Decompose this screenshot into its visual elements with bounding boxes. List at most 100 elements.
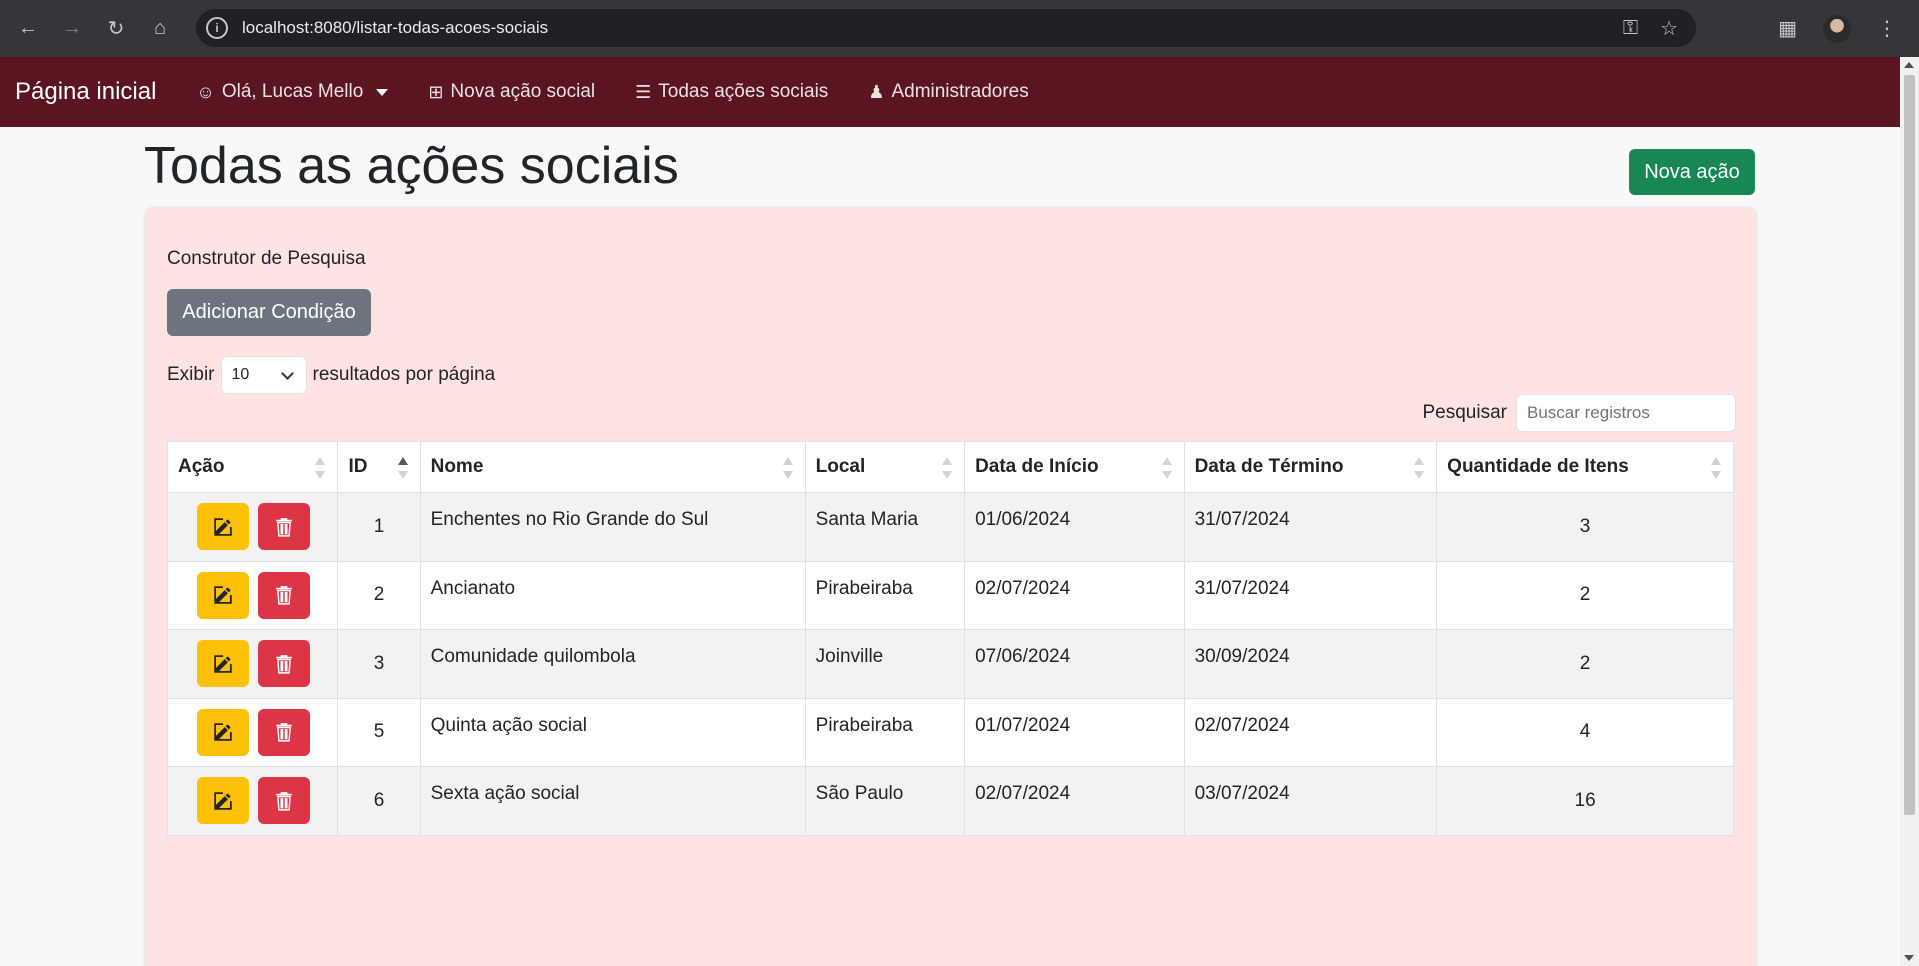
nav-item-label: Nova ação social [450,81,596,102]
delete-button[interactable] [258,503,311,551]
app-navbar: Página inicial ☺ Olá, Lucas Mello ⊞ Nova… [0,57,1900,127]
acoes-table: Ação ID Nome Local Data de Início Data d… [166,441,1734,836]
actions-cell [166,492,339,562]
browser-toolbar: ← → ↻ ⌂ i localhost:8080/listar-todas-ac… [0,0,1919,57]
page-length-value: 10 [231,366,250,383]
cell-nome: Ancianato [419,560,806,630]
cell-quantidade: 2 [1436,629,1734,699]
delete-button[interactable] [258,640,311,688]
trash-icon [276,654,293,674]
edit-icon [214,792,232,810]
edit-icon [214,518,232,536]
cell-data-inicio: 02/07/2024 [964,560,1185,630]
add-condition-button[interactable]: Adicionar Condição [167,289,371,336]
menu-dots-icon[interactable]: ⋮ [1877,16,1897,41]
trash-icon [276,586,293,605]
cell-local: Joinville [804,629,966,699]
actions-cell [166,560,339,630]
cell-data-termino: 03/07/2024 [1183,766,1438,836]
cell-nome: Comunidade quilombola [419,629,806,699]
address-bar[interactable]: i localhost:8080/listar-todas-acoes-soci… [196,9,1696,47]
nav-nova-acao-social[interactable]: ⊞ Nova ação social [428,81,595,103]
reload-icon[interactable]: ↻ [94,7,138,51]
bookmark-star-icon[interactable]: ☆ [1660,16,1678,41]
edit-button[interactable] [197,571,249,619]
caret-down-icon [376,88,389,96]
col-acao[interactable]: Ação [166,441,339,493]
col-local[interactable]: Local [804,441,966,493]
sort-icon [315,457,326,479]
col-data-termino[interactable]: Data de Término [1183,441,1438,493]
sort-asc-icon [397,457,408,479]
sort-icon [1161,457,1172,479]
edit-button[interactable] [197,640,249,688]
sort-icon [782,457,793,479]
user-menu[interactable]: ☺ Olá, Lucas Mello [196,81,389,103]
chevron-down-icon [280,366,294,380]
cell-id: 2 [337,560,421,630]
table-row: 5 Quinta ação social Pirabeiraba 01/07/2… [166,697,1734,767]
cell-quantidade: 2 [1436,560,1734,630]
edit-icon [214,655,232,673]
nav-item-label: Administradores [891,81,1029,102]
trash-icon [276,723,293,742]
forward-icon[interactable]: → [50,7,94,51]
actions-cell [166,766,339,836]
page-scrollbar[interactable] [1900,57,1919,966]
users-icon: ♟ [868,81,885,102]
home-icon[interactable]: ⌂ [138,7,182,51]
brand-link[interactable]: Página inicial [15,78,156,106]
table-row: 1 Enchentes no Rio Grande do Sul Santa M… [166,492,1734,562]
col-data-inicio[interactable]: Data de Início [964,441,1185,493]
extensions-icon[interactable]: ▦ [1778,16,1797,41]
cell-quantidade: 16 [1436,766,1734,836]
plus-square-icon: ⊞ [428,81,444,102]
content-card: Construtor de Pesquisa Adicionar Condiçã… [146,208,1756,966]
col-quantidade[interactable]: Quantidade de Itens [1436,441,1734,493]
table-row: 2 Ancianato Pirabeiraba 02/07/2024 31/07… [166,560,1734,630]
trash-icon [276,791,293,811]
delete-button[interactable] [258,777,311,825]
edit-button[interactable] [197,777,249,825]
edit-button[interactable] [197,503,249,551]
page-length-control: Exibir 10 resultados por página [167,356,495,394]
page-length-select[interactable]: 10 [220,356,307,394]
cell-data-termino: 31/07/2024 [1183,560,1438,630]
col-nome[interactable]: Nome [419,441,806,493]
cell-data-termino: 02/07/2024 [1183,697,1438,767]
cell-data-termino: 31/07/2024 [1183,492,1438,562]
delete-button[interactable] [258,571,311,619]
site-info-icon[interactable]: i [206,17,228,39]
cell-local: São Paulo [804,766,966,836]
cell-id: 5 [337,697,421,767]
key-icon[interactable]: ⚿ [1623,17,1638,40]
scroll-thumb[interactable] [1904,75,1915,815]
profile-avatar[interactable] [1823,14,1851,43]
table-row: 6 Sexta ação social São Paulo 02/07/2024… [166,766,1734,836]
delete-button[interactable] [258,708,311,756]
cell-local: Santa Maria [804,492,966,562]
nav-administradores[interactable]: ♟ Administradores [868,81,1028,103]
cell-data-termino: 30/09/2024 [1183,629,1438,699]
sort-icon [1711,457,1721,479]
search-builder-label: Construtor de Pesquisa [167,248,366,269]
table-row: 3 Comunidade quilombola Joinville 07/06/… [166,629,1734,699]
user-circle-icon: ☺ [196,81,215,102]
col-id[interactable]: ID [337,441,421,493]
nav-item-label: Todas ações sociais [658,81,829,102]
back-icon[interactable]: ← [6,7,50,51]
scroll-up-icon[interactable] [1904,62,1914,68]
cell-nome: Quinta ação social [419,697,806,767]
cell-id: 1 [337,492,421,562]
list-icon: ☰ [635,81,652,102]
search-input[interactable]: Buscar registros [1516,394,1736,432]
edit-button[interactable] [197,708,249,756]
scroll-down-icon[interactable] [1904,955,1914,961]
user-menu-label: Olá, Lucas Mello [221,81,364,102]
cell-id: 3 [337,629,421,699]
url-text[interactable]: localhost:8080/listar-todas-acoes-sociai… [242,18,548,38]
cell-data-inicio: 01/07/2024 [964,697,1185,767]
sort-icon [1414,457,1425,479]
nav-todas-acoes-sociais[interactable]: ☰ Todas ações sociais [635,81,828,103]
nova-acao-button[interactable]: Nova ação [1629,149,1755,195]
